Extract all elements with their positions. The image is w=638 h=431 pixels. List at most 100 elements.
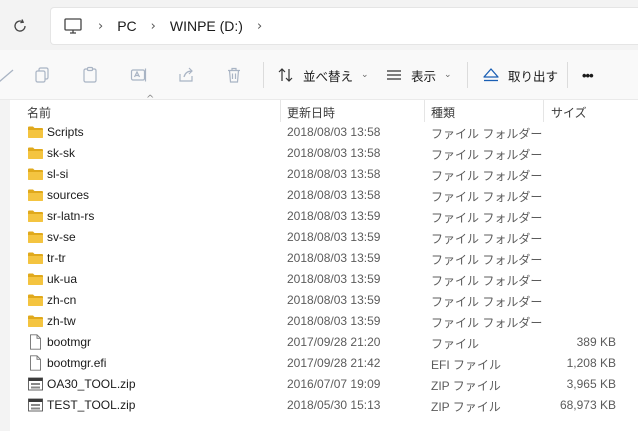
file-name: uk-ua [47,272,78,286]
share-icon[interactable] [174,63,198,87]
file-date: 2018/08/03 13:58 [287,125,381,139]
file-name: sl-si [47,167,69,181]
address-row: › PC › WINPE (D:) › [0,0,638,50]
chevron-right-icon[interactable]: › [257,19,262,34]
file-row[interactable]: bootmgr 2017/09/28 21:20 ファイル 389 KB [0,332,638,353]
file-size: 3,965 KB [566,377,616,391]
file-date: 2016/07/07 19:09 [287,377,381,391]
file-type: ファイル フォルダー [431,190,543,204]
file-size: 68,973 KB [559,398,616,412]
file-row[interactable]: Scripts 2018/08/03 13:58 ファイル フォルダー [0,122,638,143]
file-row[interactable]: sr-latn-rs 2018/08/03 13:59 ファイル フォルダー [0,206,638,227]
file-type: ファイル フォルダー [431,127,543,141]
file-name: OA30_TOOL.zip [47,377,136,391]
file-date: 2017/09/28 21:42 [287,356,381,370]
file-row[interactable]: tr-tr 2018/08/03 13:59 ファイル フォルダー [0,248,638,269]
file-date: 2018/08/03 13:59 [287,272,381,286]
column-header-name[interactable]: 名前 [27,104,51,121]
file-date: 2018/08/03 13:58 [287,146,381,160]
file-name: sv-se [47,230,76,244]
folder-icon [27,208,44,224]
file-type: EFI ファイル [431,358,502,372]
more-options-button[interactable]: ••• [582,63,594,87]
column-divider[interactable] [280,100,281,122]
view-button[interactable]: 表示 ⌄ [385,63,452,87]
file-type: ファイル フォルダー [431,232,543,246]
cut-icon[interactable] [0,63,18,87]
folder-icon [27,292,44,308]
folder-icon [27,229,44,245]
folder-icon [27,166,44,182]
breadcrumb-drive[interactable]: WINPE (D:) [170,18,243,34]
file-row[interactable]: uk-ua 2018/08/03 13:59 ファイル フォルダー [0,269,638,290]
refresh-icon [14,19,26,32]
file-date: 2018/08/03 13:59 [287,209,381,223]
chevron-right-icon[interactable]: › [98,19,103,34]
file-type: ZIP ファイル [431,400,501,414]
file-type: ファイル フォルダー [431,274,543,288]
file-row[interactable]: zh-cn 2018/08/03 13:59 ファイル フォルダー [0,290,638,311]
toolbar-divider [567,62,568,88]
sort-button[interactable]: 並べ替え ⌄ [277,63,369,87]
list-view-icon [387,70,401,80]
command-bar: 並べ替え ⌄ 表示 ⌄ 取り出す ••• [0,50,638,100]
eject-icon [483,68,499,82]
copy-icon[interactable] [30,63,54,87]
file-icon [27,334,44,350]
column-divider[interactable] [424,100,425,122]
file-date: 2018/05/30 15:13 [287,398,381,412]
column-header-type[interactable]: 種類 [431,104,455,121]
file-row[interactable]: TEST_TOOL.zip 2018/05/30 15:13 ZIP ファイル 68,… [0,395,638,416]
file-type: ファイル フォルダー [431,148,543,162]
file-name: sk-sk [47,146,75,160]
file-row[interactable]: sources 2018/08/03 13:58 ファイル フォルダー [0,185,638,206]
file-date: 2018/08/03 13:58 [287,167,381,181]
file-name: zh-cn [47,293,77,307]
eject-label: 取り出す [508,69,559,84]
file-size: 389 KB [576,335,616,349]
file-name: zh-tw [47,314,76,328]
file-type: ファイル フォルダー [431,295,543,309]
monitor-icon [62,15,84,37]
file-row[interactable]: bootmgr.efi 2017/09/28 21:42 EFI ファイル 1,208… [0,353,638,374]
folder-icon [27,271,44,287]
toolbar-divider [263,62,264,88]
file-date: 2018/08/03 13:59 [287,230,381,244]
paste-icon[interactable] [78,63,102,87]
zip-icon [27,397,44,413]
file-name: bootmgr.efi [47,356,107,370]
file-row[interactable]: OA30_TOOL.zip 2016/07/07 19:09 ZIP ファイル 3,9… [0,374,638,395]
eject-button[interactable]: 取り出す [482,63,558,87]
file-date: 2018/08/03 13:59 [287,251,381,265]
file-row[interactable]: sl-si 2018/08/03 13:58 ファイル フォルダー [0,164,638,185]
folder-icon [27,187,44,203]
breadcrumb-pc[interactable]: PC [117,18,136,34]
delete-icon[interactable] [222,63,246,87]
file-type: ファイル フォルダー [431,253,543,267]
file-row[interactable]: sv-se 2018/08/03 13:59 ファイル フォルダー [0,227,638,248]
rename-icon[interactable] [127,63,151,87]
file-name: sr-latn-rs [47,209,95,223]
toolbar-divider [467,62,468,88]
folder-icon [27,145,44,161]
file-name: sources [47,188,90,202]
file-list: ^ 名前 更新日時 種類 サイズ Scripts 2018/08/03 13:58… [0,94,638,431]
chevron-right-icon[interactable]: › [151,19,156,34]
file-name: bootmgr [47,335,92,349]
file-row[interactable]: sk-sk 2018/08/03 13:58 ファイル フォルダー [0,143,638,164]
sort-ascending-icon: ^ [146,94,155,105]
folder-icon [27,313,44,329]
address-bar[interactable]: › PC › WINPE (D:) › [50,7,638,45]
column-header-date[interactable]: 更新日時 [287,104,335,121]
chevron-down-icon: ⌄ [361,70,369,80]
folder-icon [27,250,44,266]
file-name: TEST_TOOL.zip [47,398,136,412]
refresh-button[interactable] [8,14,32,38]
column-header-size[interactable]: サイズ [551,104,587,121]
column-divider[interactable] [543,100,544,122]
file-type: ファイル [431,337,480,351]
file-type: ZIP ファイル [431,379,501,393]
file-row[interactable]: zh-tw 2018/08/03 13:59 ファイル フォルダー [0,311,638,332]
zip-icon [27,376,44,392]
file-date: 2018/08/03 13:58 [287,188,381,202]
